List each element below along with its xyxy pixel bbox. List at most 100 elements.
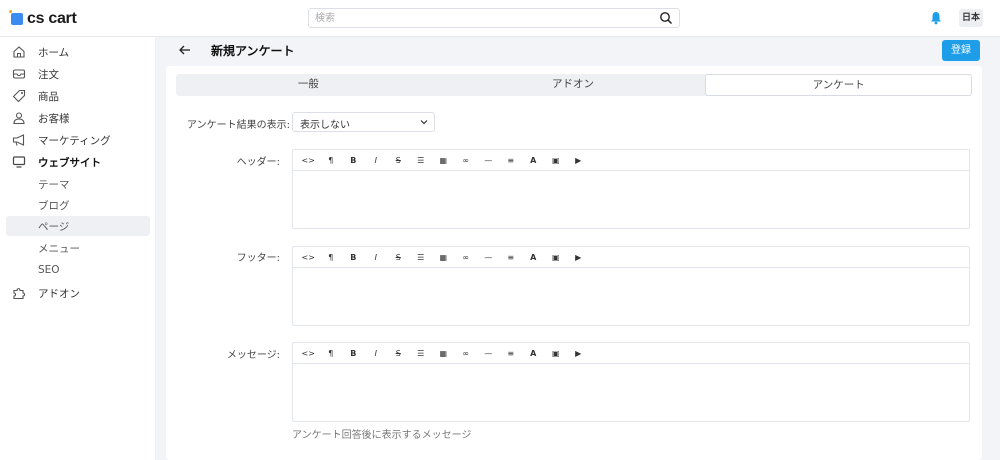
editor-toolbar: <> ¶ B I S ☰ ▦ ∞ — ≡ A ▣ ▶ (293, 247, 969, 268)
tag-icon (12, 89, 26, 103)
sidebar-item-label: 商品 (38, 90, 59, 103)
italic-icon[interactable]: I (365, 249, 388, 265)
search-box (308, 8, 680, 28)
chevron-down-icon (420, 120, 428, 125)
monitor-icon (12, 156, 26, 168)
sidebar-item-customers[interactable]: お客様 (6, 108, 150, 128)
sidebar-item-label: お客様 (38, 112, 70, 125)
sidebar-subitem-pages[interactable]: ページ (6, 216, 150, 236)
tab-general[interactable]: 一般 (176, 74, 441, 96)
sidebar-item-label: ウェブサイト (38, 156, 101, 169)
user-icon (13, 112, 25, 125)
result-display-value: 表示しない (300, 120, 350, 131)
back-arrow-icon[interactable] (178, 43, 192, 57)
horizontal-rule-icon[interactable]: — (477, 345, 500, 361)
form-card: 一般 アドオン アンケート アンケート結果の表示: 表示しない ヘッダー: <>… (166, 66, 982, 460)
video-icon[interactable]: ▶ (567, 152, 590, 168)
message-hint: アンケート回答後に表示するメッセージ (292, 430, 472, 441)
paragraph-icon[interactable]: ¶ (320, 345, 343, 361)
logo[interactable]: cs cart (9, 9, 77, 29)
font-color-icon[interactable]: A (522, 152, 545, 168)
image-icon[interactable]: ▣ (545, 345, 568, 361)
link-icon[interactable]: ∞ (455, 345, 478, 361)
italic-icon[interactable]: I (365, 152, 388, 168)
editor-toolbar: <> ¶ B I S ☰ ▦ ∞ — ≡ A ▣ ▶ (293, 150, 969, 171)
strikethrough-icon[interactable]: S (387, 249, 410, 265)
main-content: 新規アンケート 登録 一般 アドオン アンケート アンケート結果の表示: 表示し… (156, 37, 1000, 460)
sidebar-subitem-seo[interactable]: SEO (6, 260, 150, 280)
horizontal-rule-icon[interactable]: — (477, 249, 500, 265)
horizontal-rule-icon[interactable]: — (477, 152, 500, 168)
image-icon[interactable]: ▣ (545, 152, 568, 168)
bold-icon[interactable]: B (342, 152, 365, 168)
sidebar-subitem-blog[interactable]: ブログ (6, 195, 150, 215)
sidebar-item-home[interactable]: ホーム (6, 42, 150, 62)
sidebar-subitem-menus[interactable]: メニュー (6, 238, 150, 258)
paragraph-icon[interactable]: ¶ (320, 152, 343, 168)
font-color-icon[interactable]: A (522, 345, 545, 361)
video-icon[interactable]: ▶ (567, 345, 590, 361)
code-icon[interactable]: <> (297, 152, 320, 168)
search-input[interactable] (315, 11, 645, 26)
bold-icon[interactable]: B (342, 345, 365, 361)
table-icon[interactable]: ▦ (432, 152, 455, 168)
list-icon[interactable]: ☰ (410, 249, 433, 265)
header-label: ヘッダー: (236, 157, 280, 168)
message-editor-body[interactable] (293, 365, 969, 421)
align-icon[interactable]: ≡ (500, 152, 523, 168)
message-editor: <> ¶ B I S ☰ ▦ ∞ — ≡ A ▣ ▶ (292, 342, 970, 422)
video-icon[interactable]: ▶ (567, 249, 590, 265)
logo-mark (9, 10, 23, 25)
font-color-icon[interactable]: A (522, 249, 545, 265)
code-icon[interactable]: <> (297, 345, 320, 361)
strikethrough-icon[interactable]: S (387, 345, 410, 361)
table-icon[interactable]: ▦ (432, 249, 455, 265)
tab-bar: 一般 アドオン アンケート (176, 74, 973, 96)
align-icon[interactable]: ≡ (500, 249, 523, 265)
sidebar-item-orders[interactable]: 注文 (6, 64, 150, 84)
save-button[interactable]: 登録 (942, 40, 980, 61)
image-icon[interactable]: ▣ (545, 249, 568, 265)
sidebar-item-marketing[interactable]: マーケティング (6, 130, 150, 150)
sidebar-item-label: ホーム (38, 46, 70, 59)
result-display-select[interactable]: 表示しない (292, 112, 435, 132)
sidebar-item-website[interactable]: ウェブサイト (6, 152, 150, 172)
footer-label: フッター: (236, 253, 280, 264)
italic-icon[interactable]: I (365, 345, 388, 361)
page-title: 新規アンケート (211, 44, 295, 58)
strikethrough-icon[interactable]: S (387, 152, 410, 168)
megaphone-icon (12, 134, 25, 146)
align-icon[interactable]: ≡ (500, 345, 523, 361)
sidebar-item-label: アドオン (38, 287, 80, 300)
top-bar: cs cart 日本 (0, 0, 1000, 37)
message-label: メッセージ: (226, 350, 280, 361)
table-icon[interactable]: ▦ (432, 345, 455, 361)
bell-icon[interactable] (930, 11, 942, 25)
search-icon[interactable] (659, 11, 673, 25)
link-icon[interactable]: ∞ (455, 152, 478, 168)
paragraph-icon[interactable]: ¶ (320, 249, 343, 265)
tab-survey[interactable]: アンケート (705, 74, 973, 96)
sidebar-item-addons[interactable]: アドオン (6, 283, 150, 303)
sidebar-subitem-themes[interactable]: テーマ (6, 174, 150, 194)
code-icon[interactable]: <> (297, 249, 320, 265)
editor-toolbar: <> ¶ B I S ☰ ▦ ∞ — ≡ A ▣ ▶ (293, 343, 969, 364)
header-editor: <> ¶ B I S ☰ ▦ ∞ — ≡ A ▣ ▶ (292, 149, 970, 229)
sidebar-item-label: 注文 (38, 68, 59, 81)
result-display-label: アンケート結果の表示: (187, 120, 290, 131)
sidebar: ホーム 注文 商品 お客様 マーケティング ウェブサイト テーマ ブログ ページ… (0, 37, 156, 460)
language-switcher[interactable]: 日本 (959, 9, 983, 27)
puzzle-icon (13, 288, 26, 300)
header-editor-body[interactable] (293, 172, 969, 228)
list-icon[interactable]: ☰ (410, 152, 433, 168)
bold-icon[interactable]: B (342, 249, 365, 265)
inbox-icon (12, 69, 26, 79)
list-icon[interactable]: ☰ (410, 345, 433, 361)
tab-addons[interactable]: アドオン (441, 74, 706, 96)
sidebar-item-products[interactable]: 商品 (6, 86, 150, 106)
link-icon[interactable]: ∞ (455, 249, 478, 265)
footer-editor: <> ¶ B I S ☰ ▦ ∞ — ≡ A ▣ ▶ (292, 246, 970, 326)
footer-editor-body[interactable] (293, 269, 969, 325)
page-header: 新規アンケート 登録 (156, 37, 1000, 63)
home-icon (13, 46, 25, 58)
